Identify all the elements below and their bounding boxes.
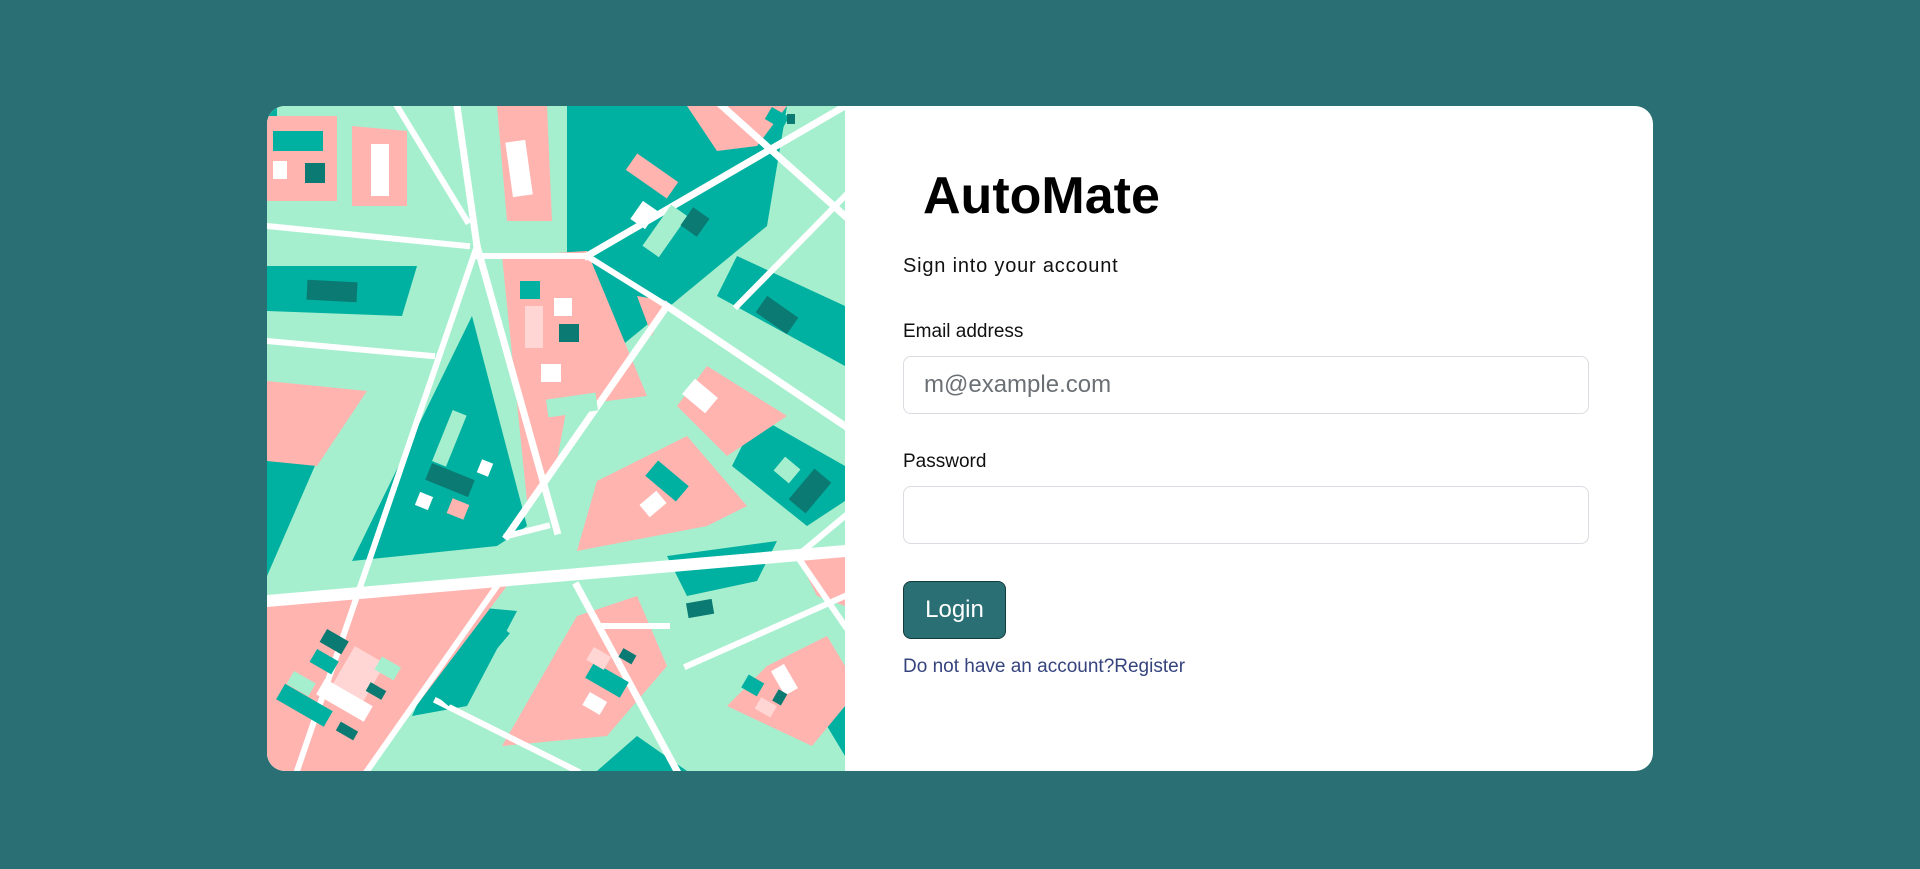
- email-label: Email address: [903, 321, 1024, 342]
- app-title: AutoMate: [923, 167, 1160, 225]
- login-card: AutoMate Sign into your account Email ad…: [267, 106, 1653, 771]
- no-account-text: Do not have an account?: [903, 656, 1115, 677]
- register-prompt: Do not have an account?Register: [903, 656, 1185, 678]
- password-label: Password: [903, 451, 987, 472]
- login-form-panel: AutoMate Sign into your account Email ad…: [845, 106, 1653, 771]
- login-button[interactable]: Login: [903, 581, 1006, 639]
- sign-in-subtitle: Sign into your account: [903, 255, 1119, 277]
- password-field[interactable]: [903, 486, 1589, 544]
- register-link[interactable]: Register: [1114, 656, 1185, 677]
- email-field[interactable]: [903, 356, 1589, 414]
- city-map-illustration: [267, 106, 845, 771]
- city-map-svg: [267, 106, 845, 771]
